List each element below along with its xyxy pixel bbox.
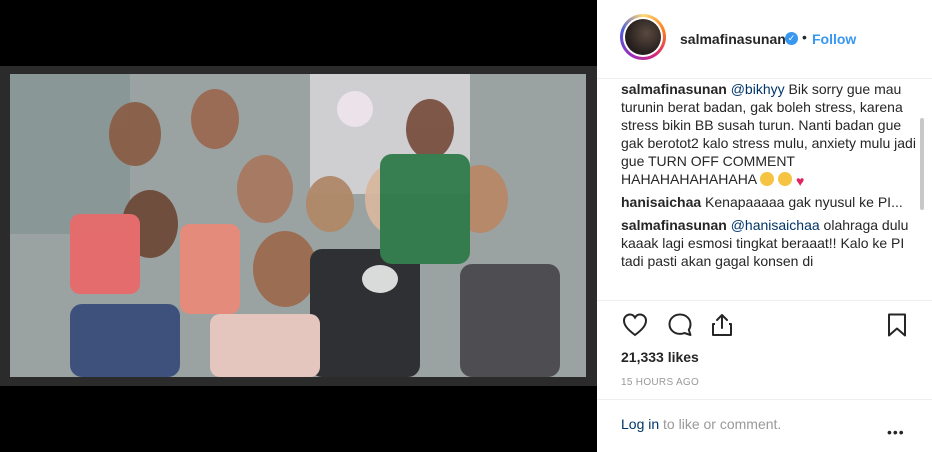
post-timestamp[interactable]: 15 HOURS AGO <box>621 377 699 388</box>
comment-mention[interactable]: @hanisaichaa <box>731 217 820 233</box>
post-header: salmafinasunan ✓ • Follow <box>597 0 932 79</box>
login-prompt-text: to like or comment. <box>659 416 782 432</box>
likes-count[interactable]: 21,333 likes <box>621 349 699 365</box>
comment-username[interactable]: salmafinasunan <box>621 217 727 233</box>
post-photo[interactable] <box>10 74 586 377</box>
avatar[interactable] <box>620 14 666 60</box>
rolling-on-floor-laughing-emoji <box>760 172 775 186</box>
comment-item: salmafinasunan @bikhyy Bik sorry gue mau… <box>621 80 921 189</box>
add-comment-bar: Log in to like or comment. ••• <box>597 399 932 452</box>
follow-button[interactable]: Follow <box>812 31 856 47</box>
bookmark-icon[interactable] <box>883 311 911 339</box>
verified-badge-icon: ✓ <box>785 32 798 45</box>
photo-illustration <box>10 74 586 377</box>
login-prompt: Log in to like or comment. <box>621 416 781 432</box>
heart-icon[interactable] <box>621 311 649 339</box>
comments-list[interactable]: salmafinasunan @bikhyy Bik sorry gue mau… <box>621 78 921 300</box>
comments-scrollbar[interactable] <box>920 118 924 210</box>
separator-dot: • <box>802 29 807 45</box>
post-actions: 21,333 likes 15 HOURS AGO Log in to like… <box>597 300 932 451</box>
comment-item: salmafinasunan @hanisaichaa olahraga dul… <box>621 216 921 270</box>
photo-frame <box>0 66 597 386</box>
comment-username[interactable]: salmafinasunan <box>621 81 727 97</box>
comment-username[interactable]: hanisaichaa <box>621 194 701 210</box>
red-heart-emoji: ♥ <box>796 173 805 189</box>
comment-text: Kenapaaaaa gak nyusul ke PI... <box>701 194 903 210</box>
media-area <box>0 0 597 452</box>
comment-icon[interactable] <box>666 311 694 339</box>
hugging-face-emoji <box>778 172 793 186</box>
avatar-image <box>625 19 661 55</box>
comment-item: hanisaichaa Kenapaaaaa gak nyusul ke PI.… <box>621 193 921 211</box>
header-username[interactable]: salmafinasunan <box>680 31 786 47</box>
comment-mention[interactable]: @bikhyy <box>731 81 785 97</box>
more-options-icon[interactable]: ••• <box>887 424 905 440</box>
post-sidebar: salmafinasunan ✓ • Follow salmafinasunan… <box>597 0 932 452</box>
login-link[interactable]: Log in <box>621 416 659 432</box>
share-icon[interactable] <box>708 311 736 339</box>
